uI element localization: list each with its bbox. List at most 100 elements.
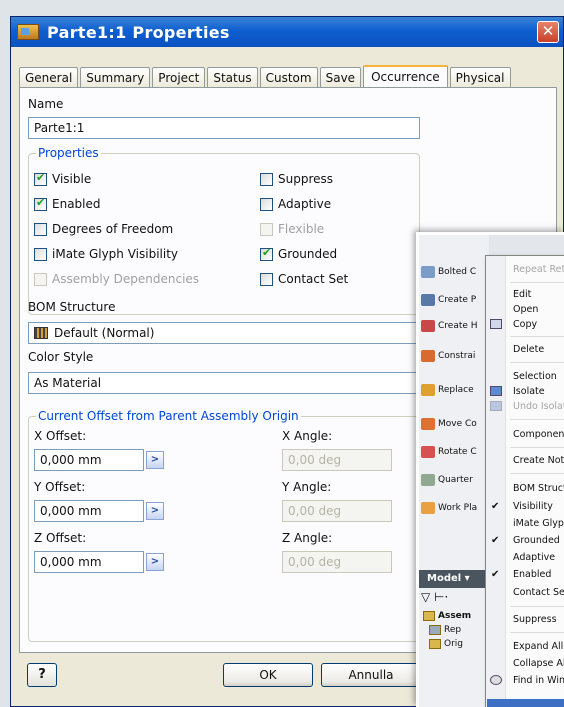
filter-icon[interactable]: ▽ ⊢·: [421, 590, 448, 604]
panel-item-quarter[interactable]: Quarter: [421, 469, 491, 491]
tree-item-assembly[interactable]: Assem: [423, 611, 471, 621]
tree-item-origin[interactable]: Orig: [429, 639, 463, 649]
rotate-component-icon: [421, 446, 435, 458]
y-angle-value[interactable]: 0,00 deg: [282, 500, 392, 522]
menu-item-copy[interactable]: Copy: [513, 319, 537, 330]
menu-item-visibility[interactable]: Visibility: [513, 501, 553, 512]
menu-item-enabled[interactable]: Enabled: [513, 569, 551, 580]
color-style-select[interactable]: As Material: [28, 372, 420, 394]
tab-occurrence[interactable]: Occurrence: [363, 65, 448, 89]
menu-item-find-in-window[interactable]: Find in Windo: [513, 675, 564, 686]
ok-button[interactable]: OK: [223, 663, 313, 687]
inventor-overlay: Bolted C Create P Create H Constrai Repl…: [416, 232, 564, 707]
visible-checkbox[interactable]: Visible: [34, 171, 91, 186]
x-offset-field[interactable]: 0,000 mm >: [34, 449, 164, 471]
dof-checkbox[interactable]: Degrees of Freedom: [34, 222, 173, 236]
bom-structure-icon: [34, 327, 48, 339]
menu-item-edit[interactable]: Edit: [513, 289, 531, 300]
bom-structure-select[interactable]: Default (Normal): [28, 322, 420, 344]
y-offset-field[interactable]: 0,000 mm >: [34, 500, 164, 522]
menu-item-open[interactable]: Open: [513, 304, 538, 315]
grounded-checkbox-label: Grounded: [278, 247, 338, 261]
y-offset-value[interactable]: 0,000 mm: [34, 500, 144, 522]
flexible-checkbox[interactable]: Flexible: [260, 222, 324, 236]
check-icon: ✔: [491, 569, 500, 580]
y-angle-label: Y Angle:: [282, 480, 332, 494]
menu-item-component[interactable]: Component: [513, 429, 564, 440]
panel-item-rotate[interactable]: Rotate C: [421, 441, 491, 463]
menu-item-delete[interactable]: Delete: [513, 344, 544, 355]
y-offset-arrow-icon[interactable]: >: [146, 502, 164, 520]
x-offset-arrow-icon[interactable]: >: [146, 451, 164, 469]
menu-separator: [510, 336, 564, 337]
menu-item-isolate[interactable]: Isolate: [513, 386, 545, 397]
tab-save[interactable]: Save: [319, 67, 362, 88]
suppress-checkbox[interactable]: Suppress: [260, 172, 333, 186]
panel-item-create-pattern[interactable]: Create P: [421, 289, 491, 311]
menu-item-adaptive[interactable]: Adaptive: [513, 552, 555, 563]
panel-item-replace[interactable]: Replace: [421, 379, 491, 401]
y-angle-field[interactable]: 0,00 deg: [282, 500, 392, 522]
tab-project[interactable]: Project: [152, 67, 206, 88]
help-button[interactable]: ?: [27, 663, 57, 687]
adaptive-checkbox[interactable]: Adaptive: [260, 197, 331, 211]
assembly-dependencies-checkbox-box: [34, 272, 47, 286]
tab-strip: General Summary Project Status Custom Sa…: [19, 64, 513, 89]
contact-set-checkbox[interactable]: Contact Set: [260, 272, 348, 286]
tab-custom[interactable]: Custom: [259, 67, 318, 88]
color-style-value: As Material: [34, 376, 102, 390]
menu-item-suppress[interactable]: Suppress: [513, 614, 557, 625]
z-angle-field[interactable]: 0,00 deg: [282, 551, 392, 573]
dof-checkbox-label: Degrees of Freedom: [52, 222, 174, 236]
imate-checkbox[interactable]: iMate Glyph Visibility: [34, 247, 178, 261]
assembly-dependencies-checkbox[interactable]: Assembly Dependencies: [34, 272, 199, 286]
tab-physical[interactable]: Physical: [449, 67, 511, 88]
menu-item-imate-glyph[interactable]: iMate Glyph V: [513, 518, 564, 529]
z-offset-field[interactable]: 0,000 mm >: [34, 551, 164, 573]
x-offset-value[interactable]: 0,000 mm: [34, 449, 144, 471]
check-icon: ✔: [491, 501, 500, 512]
panel-item-bolted[interactable]: Bolted C: [421, 261, 491, 283]
menu-item-grounded[interactable]: Grounded: [513, 535, 560, 546]
dialog-title: Parte1:1 Properties: [47, 22, 230, 42]
close-button[interactable]: ✕: [537, 21, 559, 43]
grounded-checkbox-box: [260, 246, 273, 261]
menu-item-repeat[interactable]: Repeat Retu: [513, 264, 564, 275]
menu-separator: [510, 282, 564, 283]
menu-item-expand-all[interactable]: Expand All Cl: [513, 641, 564, 652]
z-angle-value[interactable]: 0,00 deg: [282, 551, 392, 573]
bolted-connection-icon: [421, 266, 435, 278]
name-field[interactable]: Parte1:1: [28, 117, 420, 139]
copy-icon: [490, 319, 502, 329]
menu-item-collapse-all[interactable]: Collapse All C: [513, 658, 564, 669]
tab-status[interactable]: Status: [207, 67, 258, 88]
panel-item-move[interactable]: Move Co: [421, 413, 491, 435]
menu-item-selection[interactable]: Selection: [513, 371, 557, 382]
tab-general[interactable]: General: [19, 67, 79, 88]
adaptive-checkbox-box: [260, 197, 273, 211]
visible-checkbox-box: [34, 171, 47, 186]
panel-item-constraint[interactable]: Constrai: [421, 345, 491, 367]
panel-item-work-plane[interactable]: Work Pla: [421, 497, 491, 519]
cancel-button[interactable]: Annulla: [321, 663, 421, 687]
tree-item-representations[interactable]: Rep: [429, 625, 461, 635]
menu-item-undo-isolate[interactable]: Undo Isolate: [513, 401, 564, 412]
contact-set-checkbox-box: [260, 272, 273, 286]
enabled-checkbox[interactable]: Enabled: [34, 196, 101, 211]
x-angle-value[interactable]: 0,00 deg: [282, 449, 392, 471]
title-bar[interactable]: Parte1:1 Properties: [11, 17, 563, 47]
model-browser-header[interactable]: Model ▾: [419, 570, 489, 588]
z-angle-label: Z Angle:: [282, 531, 333, 545]
menu-separator: [510, 447, 564, 448]
find-icon: [490, 675, 502, 685]
grounded-checkbox[interactable]: Grounded: [260, 246, 338, 261]
tab-summary[interactable]: Summary: [80, 67, 151, 88]
menu-item-bom-structure[interactable]: BOM Structur: [513, 483, 564, 494]
z-offset-arrow-icon[interactable]: >: [146, 553, 164, 571]
assembly-icon: [423, 611, 435, 621]
menu-item-create-note[interactable]: Create Note: [513, 455, 564, 466]
x-angle-field[interactable]: 0,00 deg: [282, 449, 392, 471]
z-offset-value[interactable]: 0,000 mm: [34, 551, 144, 573]
panel-item-create-harness[interactable]: Create H: [421, 315, 491, 337]
menu-item-contact-set[interactable]: Contact Set: [513, 587, 564, 598]
